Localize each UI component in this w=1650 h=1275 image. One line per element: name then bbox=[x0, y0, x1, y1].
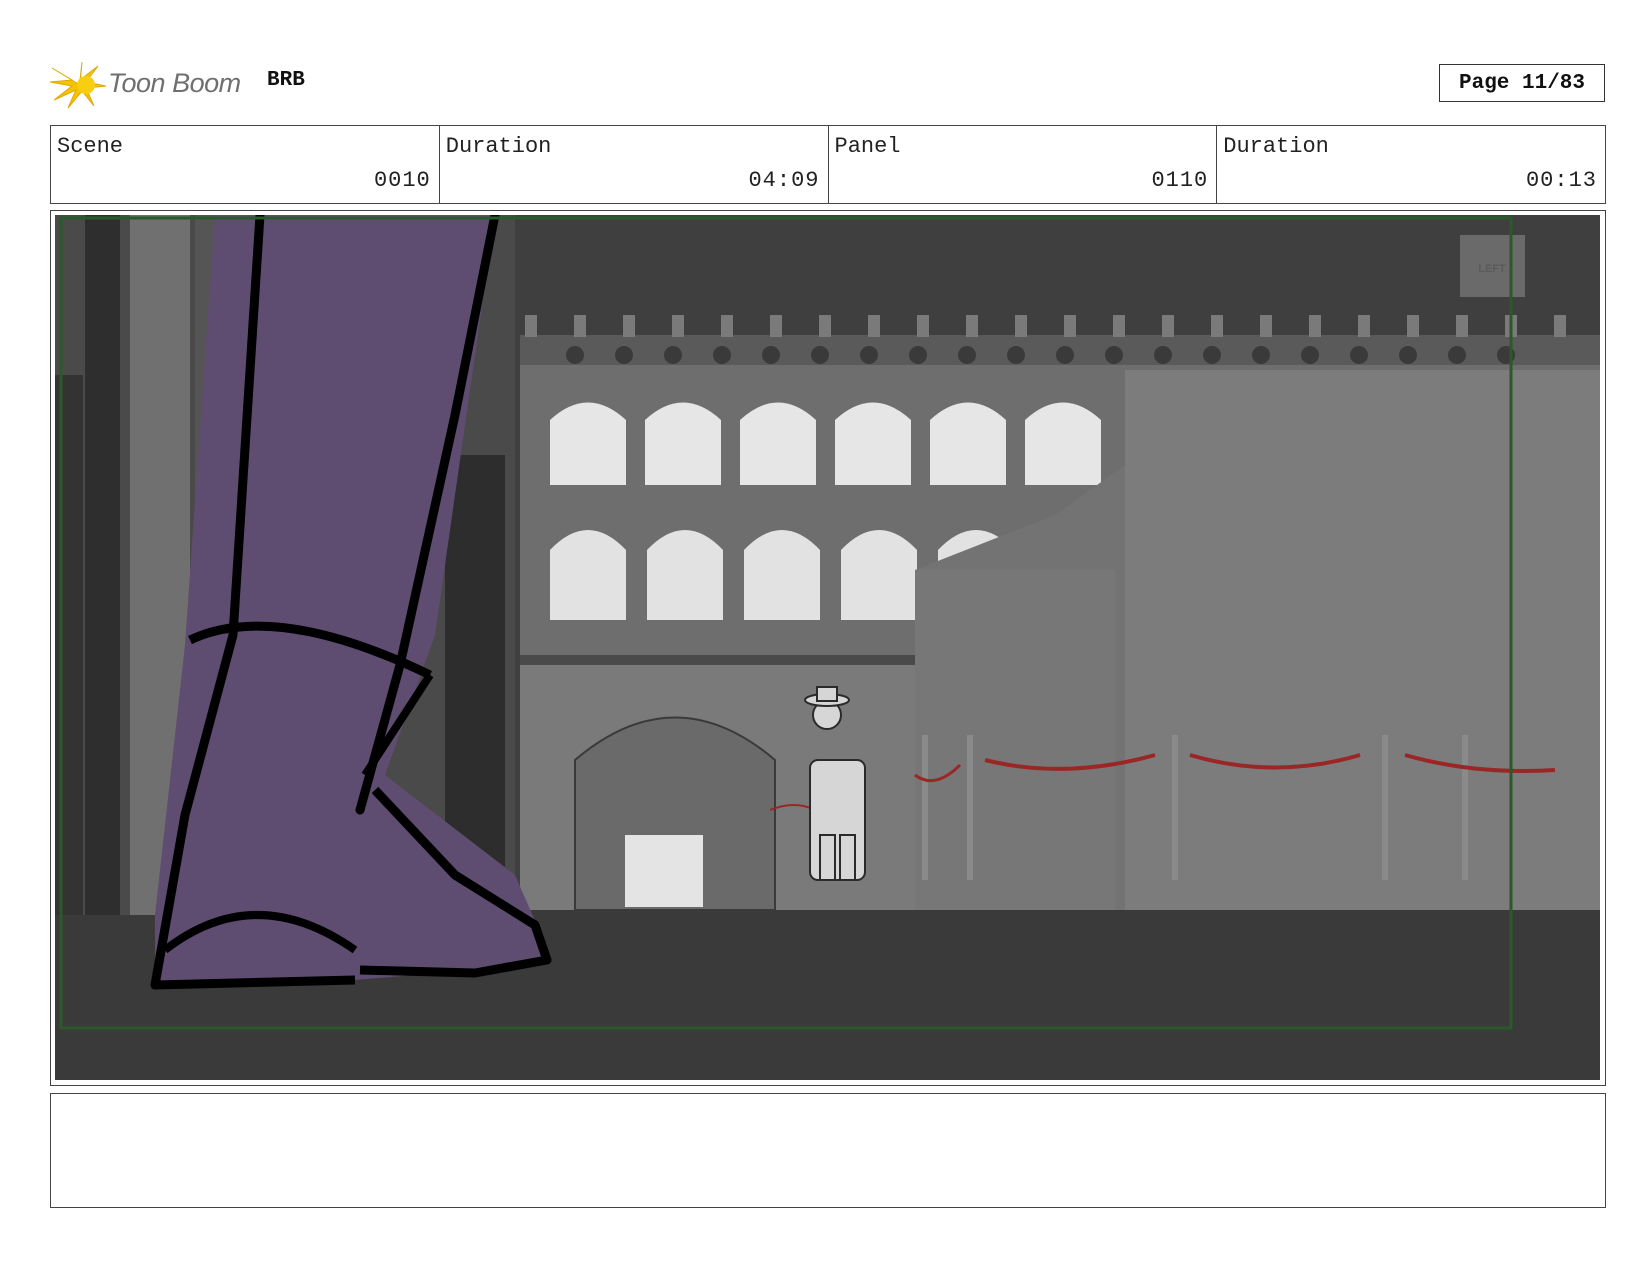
crenel bbox=[1407, 315, 1419, 337]
crenel bbox=[819, 315, 831, 337]
upper-arch bbox=[835, 402, 911, 485]
round-window bbox=[1203, 346, 1221, 364]
storyboard-panel-image: LEFT bbox=[55, 215, 1600, 1080]
crenel bbox=[966, 315, 978, 337]
scene-duration-cell: Duration 04:09 bbox=[440, 126, 829, 203]
lower-arch bbox=[550, 530, 626, 620]
starburst-icon bbox=[49, 61, 107, 109]
page-header: Toon Boom BRB Page 11/83 bbox=[49, 55, 1605, 110]
round-window bbox=[1448, 346, 1466, 364]
project-name: BRB bbox=[267, 69, 305, 92]
crenel bbox=[1554, 315, 1566, 337]
round-window bbox=[1154, 346, 1172, 364]
crenel bbox=[1064, 315, 1076, 337]
round-window bbox=[664, 346, 682, 364]
round-window bbox=[958, 346, 976, 364]
crenel bbox=[1211, 315, 1223, 337]
panel-notes-box[interactable] bbox=[50, 1093, 1606, 1208]
round-window bbox=[1252, 346, 1270, 364]
crenel bbox=[1260, 315, 1272, 337]
crenel bbox=[672, 315, 684, 337]
lower-arch bbox=[841, 530, 917, 620]
round-window bbox=[1350, 346, 1368, 364]
scene-cell: Scene 0010 bbox=[51, 126, 440, 203]
round-window bbox=[1301, 346, 1319, 364]
crenel bbox=[868, 315, 880, 337]
crenel bbox=[1456, 315, 1468, 337]
panel-illustration: LEFT bbox=[55, 215, 1600, 1080]
upper-arch bbox=[740, 402, 816, 485]
scene-label: Scene bbox=[57, 134, 124, 159]
round-window bbox=[713, 346, 731, 364]
round-window bbox=[811, 346, 829, 364]
round-window bbox=[1007, 346, 1025, 364]
upper-arch bbox=[550, 402, 626, 485]
page-indicator: Page 11/83 bbox=[1439, 64, 1605, 102]
lower-arch bbox=[744, 530, 820, 620]
scene-value: 0010 bbox=[373, 168, 431, 193]
panel-duration-cell: Duration 00:13 bbox=[1217, 126, 1605, 203]
crenel bbox=[1358, 315, 1370, 337]
round-window bbox=[762, 346, 780, 364]
logo-text: Toon Boom bbox=[108, 68, 241, 98]
crenel bbox=[1015, 315, 1027, 337]
upper-arch bbox=[1025, 402, 1101, 485]
round-window bbox=[615, 346, 633, 364]
scene-duration-value: 04:09 bbox=[748, 168, 820, 193]
crenel bbox=[623, 315, 635, 337]
upper-arch bbox=[645, 402, 721, 485]
round-window bbox=[860, 346, 878, 364]
round-window bbox=[1105, 346, 1123, 364]
crenel bbox=[721, 315, 733, 337]
crenel bbox=[1309, 315, 1321, 337]
crenel bbox=[917, 315, 929, 337]
crenel bbox=[525, 315, 537, 337]
scene-duration-label: Duration bbox=[445, 134, 552, 159]
panel-value: 0110 bbox=[1151, 168, 1209, 193]
round-window bbox=[566, 346, 584, 364]
panel-cell: Panel 0110 bbox=[829, 126, 1218, 203]
panel-duration-value: 00:13 bbox=[1525, 168, 1597, 193]
round-window bbox=[1056, 346, 1074, 364]
crenel bbox=[770, 315, 782, 337]
panel-duration-label: Duration bbox=[1223, 134, 1329, 159]
sign-text: LEFT bbox=[1478, 263, 1506, 275]
crenel bbox=[1162, 315, 1174, 337]
crenel bbox=[574, 315, 586, 337]
storyboard-panel-frame: LEFT bbox=[50, 210, 1606, 1086]
scene-info-row: Scene 0010 Duration 04:09 Panel 0110 Dur… bbox=[50, 125, 1606, 204]
lower-arch bbox=[647, 530, 723, 620]
round-window bbox=[1399, 346, 1417, 364]
panel-label: Panel bbox=[834, 134, 901, 159]
toon-boom-logo: Toon Boom bbox=[49, 60, 250, 110]
round-window bbox=[909, 346, 927, 364]
arcade-building bbox=[520, 315, 1600, 911]
crenel bbox=[1113, 315, 1125, 337]
upper-arch bbox=[930, 402, 1006, 485]
